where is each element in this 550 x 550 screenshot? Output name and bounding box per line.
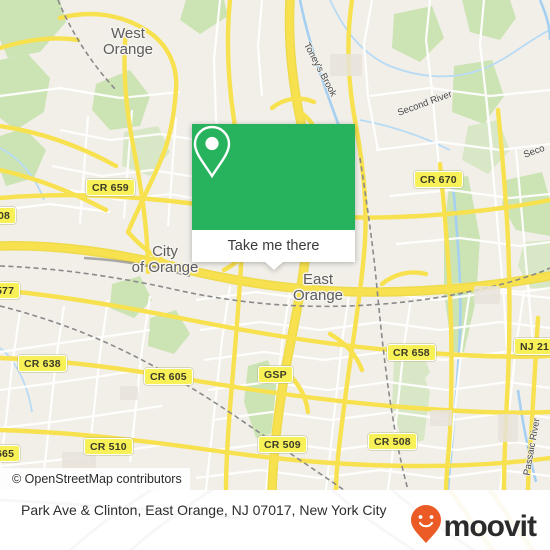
take-me-there-label: Take me there [227,238,320,254]
shield-cr-508[interactable]: CR 508 [368,433,417,450]
map-canvas[interactable]: .mw { fill:none; stroke:#ffffff; stroke-… [0,0,550,490]
map-screen: .mw { fill:none; stroke:#ffffff; stroke-… [0,0,550,550]
shield-cr-658[interactable]: CR 658 [387,344,436,361]
shield-cr-510[interactable]: CR 510 [84,438,133,455]
popup-pointer [264,262,283,270]
shield-508-left[interactable]: 08 [0,207,17,224]
moovit-logo[interactable]: moovit [410,504,537,549]
bottom-bar: Park Ave & Clinton, East Orange, NJ 0701… [0,490,550,550]
moovit-smiley-pin-icon [410,504,442,549]
shield-577-left[interactable]: 577 [0,282,21,299]
shield-cr-659[interactable]: CR 659 [86,179,135,196]
location-address: Park Ave & Clinton, East Orange, NJ 0701… [21,502,387,518]
take-me-there-button[interactable]: Take me there [192,230,355,262]
shield-gsp[interactable]: GSP [258,366,293,383]
attribution-text: © OpenStreetMap contributors [12,472,182,486]
shield-nj-21[interactable]: NJ 21 [514,338,550,355]
shield-cr-638[interactable]: CR 638 [18,355,67,372]
shield-cr-605[interactable]: CR 605 [144,368,193,385]
location-popup[interactable]: Take me there [192,124,355,270]
shield-cr-509[interactable]: CR 509 [258,436,307,453]
shield-665-left[interactable]: 665 [0,445,21,462]
popup-header [192,124,355,230]
moovit-wordmark: moovit [443,509,537,543]
shield-cr-670[interactable]: CR 670 [414,171,463,188]
map-attribution[interactable]: © OpenStreetMap contributors [0,468,190,490]
